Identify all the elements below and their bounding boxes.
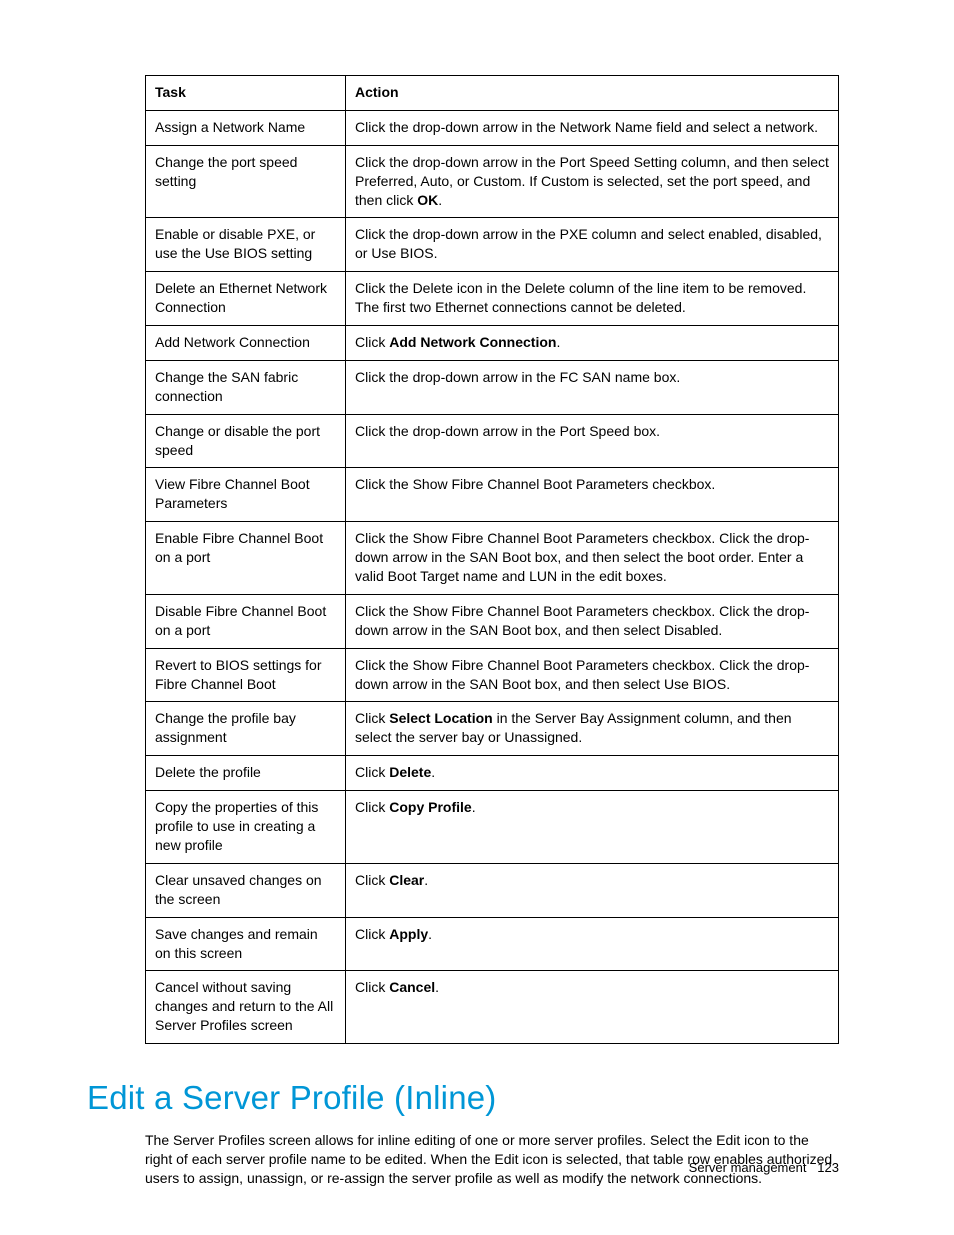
task-cell: Delete an Ethernet Network Connection <box>146 272 346 326</box>
task-cell: Enable or disable PXE, or use the Use BI… <box>146 218 346 272</box>
action-cell: Click the drop-down arrow in the FC SAN … <box>346 360 839 414</box>
table-row: Change the profile bay assignmentClick S… <box>146 702 839 756</box>
task-cell: Change the profile bay assignment <box>146 702 346 756</box>
action-cell: Click Cancel. <box>346 971 839 1044</box>
table-row: Disable Fibre Channel Boot on a portClic… <box>146 594 839 648</box>
task-cell: Assign a Network Name <box>146 110 346 145</box>
table-header-row: Task Action <box>146 76 839 111</box>
task-cell: Delete the profile <box>146 756 346 791</box>
action-cell: Click the Show Fibre Channel Boot Parame… <box>346 594 839 648</box>
task-cell: Cancel without saving changes and return… <box>146 971 346 1044</box>
task-cell: Copy the properties of this profile to u… <box>146 791 346 864</box>
action-cell: Click Delete. <box>346 756 839 791</box>
task-cell: Disable Fibre Channel Boot on a port <box>146 594 346 648</box>
task-cell: Change the port speed setting <box>146 145 346 218</box>
action-cell: Click Add Network Connection. <box>346 326 839 361</box>
action-cell: Click Copy Profile. <box>346 791 839 864</box>
page-footer: Server management 123 <box>689 1160 839 1175</box>
table-row: Enable or disable PXE, or use the Use BI… <box>146 218 839 272</box>
action-cell: Click the drop-down arrow in the Port Sp… <box>346 145 839 218</box>
task-cell: View Fibre Channel Boot Parameters <box>146 468 346 522</box>
table-row: Save changes and remain on this screenCl… <box>146 917 839 971</box>
table-row: Clear unsaved changes on the screenClick… <box>146 863 839 917</box>
header-task: Task <box>146 76 346 111</box>
task-cell: Change or disable the port speed <box>146 414 346 468</box>
table-row: Assign a Network NameClick the drop-down… <box>146 110 839 145</box>
table-row: Delete the profileClick Delete. <box>146 756 839 791</box>
table-row: Change the port speed settingClick the d… <box>146 145 839 218</box>
table-row: Change or disable the port speedClick th… <box>146 414 839 468</box>
table-row: View Fibre Channel Boot ParametersClick … <box>146 468 839 522</box>
table-row: Delete an Ethernet Network ConnectionCli… <box>146 272 839 326</box>
table-body: Assign a Network NameClick the drop-down… <box>146 110 839 1043</box>
header-action: Action <box>346 76 839 111</box>
action-cell: Click the drop-down arrow in the Port Sp… <box>346 414 839 468</box>
section-heading: Edit a Server Profile (Inline) <box>87 1079 839 1117</box>
action-cell: Click the drop-down arrow in the Network… <box>346 110 839 145</box>
table-row: Copy the properties of this profile to u… <box>146 791 839 864</box>
action-cell: Click the Show Fibre Channel Boot Parame… <box>346 522 839 595</box>
task-action-table: Task Action Assign a Network NameClick t… <box>145 75 839 1044</box>
table-row: Enable Fibre Channel Boot on a portClick… <box>146 522 839 595</box>
task-cell: Add Network Connection <box>146 326 346 361</box>
action-cell: Click the drop-down arrow in the PXE col… <box>346 218 839 272</box>
table-row: Add Network ConnectionClick Add Network … <box>146 326 839 361</box>
table-row: Revert to BIOS settings for Fibre Channe… <box>146 648 839 702</box>
table-row: Change the SAN fabric connectionClick th… <box>146 360 839 414</box>
footer-section: Server management <box>689 1160 807 1175</box>
action-cell: Click the Show Fibre Channel Boot Parame… <box>346 468 839 522</box>
page: Task Action Assign a Network NameClick t… <box>0 0 954 1235</box>
task-cell: Enable Fibre Channel Boot on a port <box>146 522 346 595</box>
task-cell: Change the SAN fabric connection <box>146 360 346 414</box>
footer-page-number: 123 <box>817 1160 839 1175</box>
action-cell: Click Select Location in the Server Bay … <box>346 702 839 756</box>
task-cell: Clear unsaved changes on the screen <box>146 863 346 917</box>
action-cell: Click the Show Fibre Channel Boot Parame… <box>346 648 839 702</box>
action-cell: Click Clear. <box>346 863 839 917</box>
task-cell: Save changes and remain on this screen <box>146 917 346 971</box>
table-row: Cancel without saving changes and return… <box>146 971 839 1044</box>
action-cell: Click the Delete icon in the Delete colu… <box>346 272 839 326</box>
action-cell: Click Apply. <box>346 917 839 971</box>
task-cell: Revert to BIOS settings for Fibre Channe… <box>146 648 346 702</box>
